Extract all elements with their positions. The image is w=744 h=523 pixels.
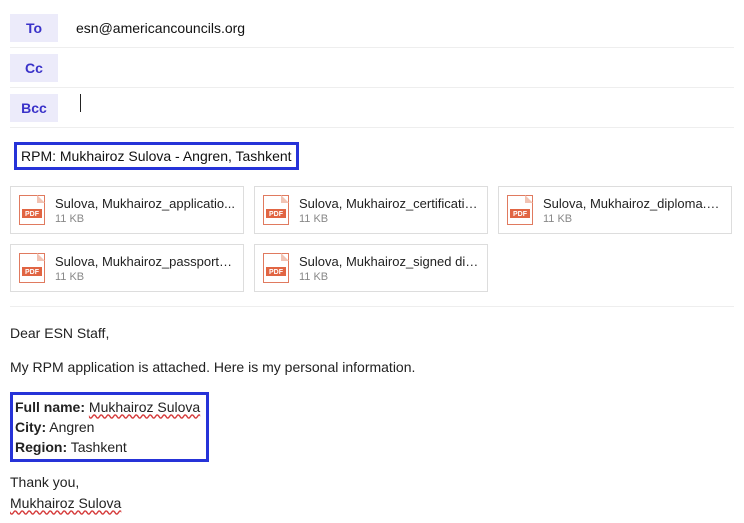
text-cursor <box>80 94 81 112</box>
pdf-icon: PDF <box>19 253 45 283</box>
attachment-size: 11 KB <box>299 271 479 283</box>
attachment-size: 11 KB <box>543 213 723 225</box>
to-input[interactable] <box>76 14 734 42</box>
svg-text:PDF: PDF <box>269 269 284 276</box>
attachment-name: Sulova, Mukhairoz_signed dis... <box>299 254 479 269</box>
subject-row: RPM: Mukhairoz Sulova - Angren, Tashkent <box>10 136 734 176</box>
to-button[interactable]: To <box>10 14 58 42</box>
pdf-icon: PDF <box>19 195 45 225</box>
to-row: To <box>10 8 734 48</box>
attachment-meta: Sulova, Mukhairoz_passport.p... 11 KB <box>55 254 235 283</box>
svg-text:PDF: PDF <box>269 211 284 218</box>
attachment-size: 11 KB <box>55 271 235 283</box>
pdf-icon: PDF <box>263 253 289 283</box>
attachment-size: 11 KB <box>299 213 479 225</box>
subject-input[interactable]: RPM: Mukhairoz Sulova - Angren, Tashkent <box>21 148 292 164</box>
fullname-value: Mukhairoz Sulova <box>89 399 200 415</box>
attachment-meta: Sulova, Mukhairoz_signed dis... 11 KB <box>299 254 479 283</box>
attachment-item[interactable]: PDF Sulova, Mukhairoz_applicatio... 11 KB <box>10 186 244 234</box>
greeting-line: Dear ESN Staff, <box>10 323 734 343</box>
attachment-name: Sulova, Mukhairoz_certificatio... <box>299 196 479 211</box>
signature-name: Mukhairoz Sulova <box>10 495 121 511</box>
compose-header: To Cc Bcc <box>0 0 744 128</box>
svg-text:PDF: PDF <box>25 211 40 218</box>
city-row: City: Angren <box>15 417 200 437</box>
attachments-area: PDFSulova, Mukhairoz_applicatio...11 KBP… <box>10 186 734 307</box>
attachment-item[interactable]: PDF Sulova, Mukhairoz_certificatio... 11 K… <box>254 186 488 234</box>
bcc-row: Bcc <box>10 88 734 128</box>
fullname-row: Full name: Mukhairoz Sulova <box>15 397 200 417</box>
pdf-icon: PDF <box>507 195 533 225</box>
attachment-item[interactable]: PDF Sulova, Mukhairoz_diploma.pdf 11 KB <box>498 186 732 234</box>
personal-info-highlight: Full name: Mukhairoz Sulova City: Angren… <box>10 392 209 463</box>
attachment-meta: Sulova, Mukhairoz_applicatio... 11 KB <box>55 196 235 225</box>
city-label: City: <box>15 419 46 435</box>
attachment-meta: Sulova, Mukhairoz_certificatio... 11 KB <box>299 196 479 225</box>
attachment-meta: Sulova, Mukhairoz_diploma.pdf 11 KB <box>543 196 723 225</box>
pdf-icon: PDF <box>263 195 289 225</box>
cc-input[interactable] <box>76 54 734 82</box>
attachment-size: 11 KB <box>55 213 235 225</box>
region-label: Region: <box>15 439 67 455</box>
region-row: Region: Tashkent <box>15 437 200 457</box>
cc-row: Cc <box>10 48 734 88</box>
subject-highlight: RPM: Mukhairoz Sulova - Angren, Tashkent <box>14 142 299 170</box>
region-value: Tashkent <box>71 439 127 455</box>
attachment-item[interactable]: PDF Sulova, Mukhairoz_passport.p... 11 KB <box>10 244 244 292</box>
svg-text:PDF: PDF <box>513 211 528 218</box>
intro-line: My RPM application is attached. Here is … <box>10 357 734 377</box>
thanks-line: Thank you, <box>10 472 734 492</box>
attachment-name: Sulova, Mukhairoz_diploma.pdf <box>543 196 723 211</box>
cc-button[interactable]: Cc <box>10 54 58 82</box>
attachment-item[interactable]: PDF Sulova, Mukhairoz_signed dis... 11 KB <box>254 244 488 292</box>
signature-line: Mukhairoz Sulova <box>10 493 734 513</box>
attachment-name: Sulova, Mukhairoz_applicatio... <box>55 196 235 211</box>
svg-text:PDF: PDF <box>25 269 40 276</box>
city-value: Angren <box>49 419 94 435</box>
bcc-button[interactable]: Bcc <box>10 94 58 122</box>
attachment-name: Sulova, Mukhairoz_passport.p... <box>55 254 235 269</box>
message-body[interactable]: Dear ESN Staff, My RPM application is at… <box>0 307 744 523</box>
fullname-label: Full name: <box>15 399 85 415</box>
bcc-input[interactable] <box>76 94 734 122</box>
